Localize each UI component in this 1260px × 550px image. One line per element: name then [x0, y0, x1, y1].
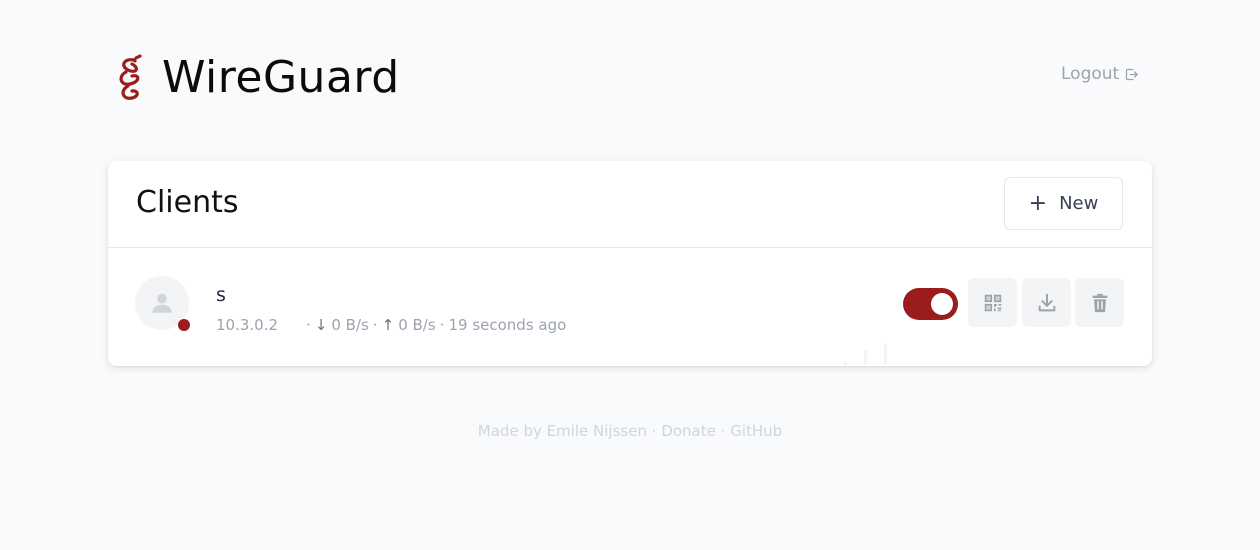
logout-label: Logout [1061, 64, 1120, 84]
client-address: 10.3.0.2 [216, 316, 279, 334]
logout-button[interactable]: Logout [1061, 64, 1139, 84]
clients-title: Clients [136, 185, 239, 220]
page: WireGuard Logout Clients + New s 10.3.0.… [0, 0, 1260, 550]
clients-card: Clients + New s 10.3.0.2 · ↓ 0 B/s · ↑ 0… [108, 161, 1152, 366]
footer-separator: · [651, 422, 657, 440]
clients-card-header: Clients + New [108, 161, 1152, 248]
donate-link[interactable]: Donate [661, 422, 716, 440]
made-by-link[interactable]: Made by Emile Nijssen [478, 422, 647, 440]
last-seen: 19 seconds ago [448, 316, 567, 334]
footer-separator: · [720, 422, 726, 440]
show-qr-button[interactable] [968, 278, 1017, 327]
new-client-button[interactable]: + New [1004, 177, 1123, 230]
client-meta: 10.3.0.2 · ↓ 0 B/s · ↑ 0 B/s · 19 second… [216, 316, 566, 334]
client-row: s 10.3.0.2 · ↓ 0 B/s · ↑ 0 B/s · 19 seco… [108, 248, 1152, 365]
separator: · [439, 316, 445, 334]
arrow-up-icon: ↑ [381, 316, 395, 334]
trash-icon [1092, 293, 1107, 312]
download-config-button[interactable] [1022, 278, 1071, 327]
delete-client-button[interactable] [1075, 278, 1124, 327]
app-title: WireGuard [162, 52, 400, 103]
download-icon [1038, 293, 1055, 311]
plus-icon: + [1028, 190, 1048, 216]
status-dot-icon [178, 319, 190, 331]
separator: · [372, 316, 378, 334]
app-header: WireGuard [114, 52, 400, 103]
new-client-label: New [1059, 193, 1099, 214]
user-icon [152, 293, 172, 313]
wireguard-logo-icon [119, 53, 142, 100]
traffic-sparkline [844, 343, 887, 365]
footer: Made by Emile Nijssen · Donate · GitHub [0, 422, 1260, 440]
download-rate: 0 B/s [331, 316, 369, 334]
toggle-knob [931, 293, 953, 315]
logout-icon [1126, 68, 1138, 80]
upload-rate: 0 B/s [398, 316, 436, 334]
arrow-down-icon: ↓ [314, 316, 328, 334]
client-name[interactable]: s [216, 284, 226, 306]
separator: · [306, 316, 311, 334]
client-enabled-toggle[interactable] [903, 288, 958, 320]
qr-code-icon [984, 294, 1001, 311]
github-link[interactable]: GitHub [730, 422, 782, 440]
